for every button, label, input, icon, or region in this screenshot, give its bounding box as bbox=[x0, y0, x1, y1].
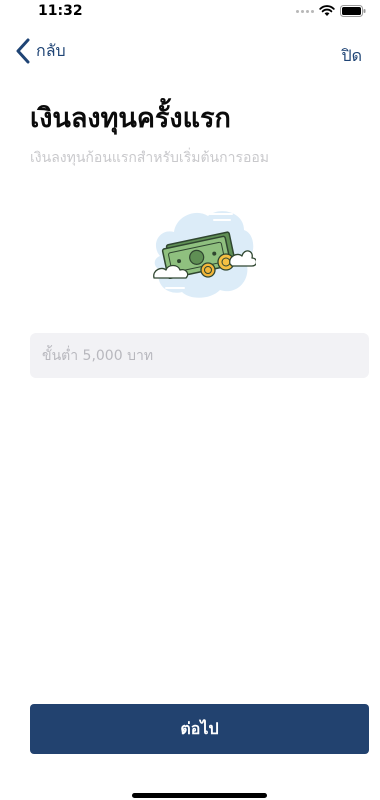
signal-icon bbox=[296, 9, 314, 13]
nav-bar: กลับ ปิด bbox=[0, 34, 380, 74]
home-indicator bbox=[132, 793, 267, 798]
next-button[interactable]: ต่อไป bbox=[30, 704, 369, 754]
status-time: 11:32 bbox=[38, 3, 83, 19]
battery-icon bbox=[340, 5, 366, 17]
wifi-icon bbox=[319, 5, 335, 16]
page-subtitle: เงินลงทุนก้อนแรกสำหรับเริ่มต้นการออม bbox=[30, 150, 270, 166]
back-label: กลับ bbox=[36, 40, 66, 60]
close-button[interactable]: ปิด bbox=[341, 44, 362, 69]
page-title: เงินลงทุนครั้งแรก bbox=[30, 103, 231, 134]
back-button[interactable]: กลับ bbox=[16, 38, 66, 64]
status-icons bbox=[296, 5, 366, 17]
status-bar: 11:32 bbox=[0, 0, 380, 26]
money-cloud-illustration bbox=[153, 211, 256, 298]
chevron-left-icon bbox=[16, 38, 30, 64]
initial-investment-input[interactable] bbox=[30, 333, 369, 378]
